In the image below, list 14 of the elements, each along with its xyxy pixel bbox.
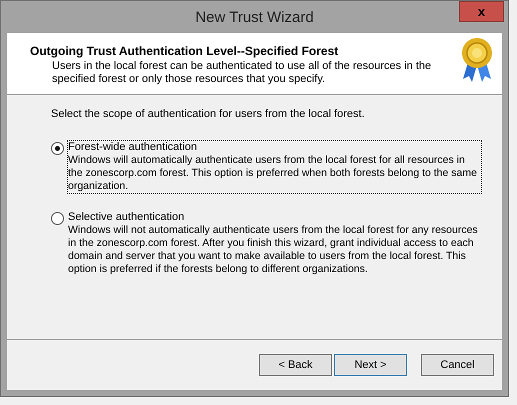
window-title: New Trust Wizard xyxy=(195,8,314,26)
option-description: Windows will automatically authenticate users from the local forest for all resources in the zonescorp.com forest. This option is preferred when both forests belong to the same organization. xyxy=(68,154,478,193)
option-description: Windows will not automatically authenticate users from the local forest for any resources in the zonescorp.com forest. After you finish this wizard, grant individual access to each domain and server that you want to make available to users from the local forest. This option is preferred if the forests belong to different organizations. xyxy=(68,224,479,276)
wizard-button[interactable]: Next > xyxy=(334,354,407,376)
wizard-button[interactable]: < Back xyxy=(259,354,332,376)
option-label[interactable]: Selective authentication xyxy=(68,211,481,224)
close-button[interactable]: x xyxy=(459,1,504,22)
page-description: Users in the local forest can be authenticated to use all of the resources in the specified forest or only those resources that you specify. xyxy=(51,60,432,86)
radio-button[interactable] xyxy=(51,142,64,155)
scope-prompt: Select the scope of authentication for users from the local forest. xyxy=(51,108,366,120)
radio-button[interactable] xyxy=(51,212,64,225)
page-heading: Outgoing Trust Authentication Level--Specified Forest xyxy=(30,44,340,58)
wizard-button[interactable]: Cancel xyxy=(421,354,494,376)
option-label[interactable]: Forest-wide authentication xyxy=(68,141,481,154)
